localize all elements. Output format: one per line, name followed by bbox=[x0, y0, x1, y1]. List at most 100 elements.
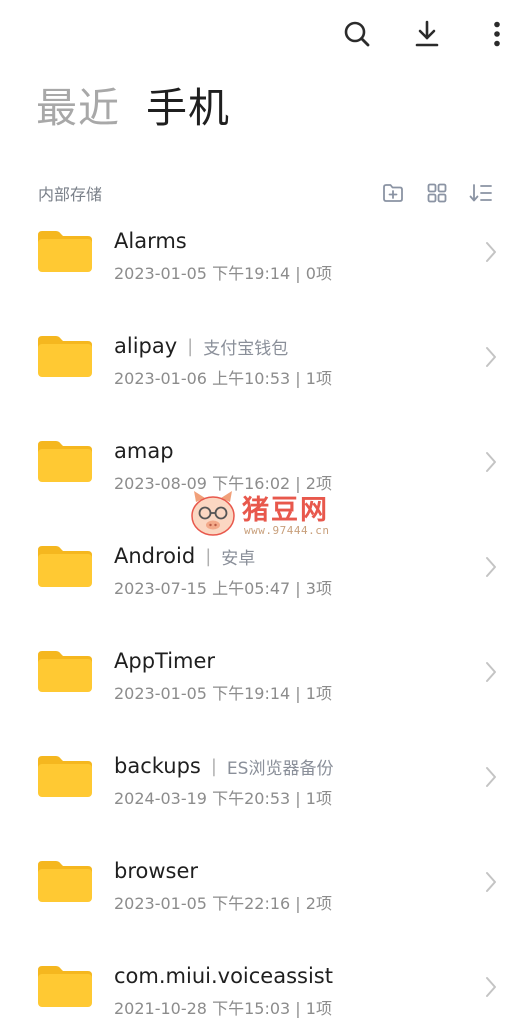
file-row-android[interactable]: Android | 安卓 2023-07-15 上午05:47 | 3项 bbox=[0, 527, 532, 632]
chevron-right-icon bbox=[486, 242, 496, 262]
file-alias: 支付宝钱包 bbox=[203, 338, 289, 359]
file-name: amap bbox=[114, 439, 174, 463]
meta-separator: | bbox=[290, 684, 306, 703]
file-row-backups[interactable]: backups | ES浏览器备份 2024-03-19 下午20:53 | 1项 bbox=[0, 737, 532, 842]
folder-icon bbox=[38, 231, 92, 272]
folder-icon bbox=[38, 966, 92, 1007]
file-name: AppTimer bbox=[114, 649, 216, 673]
file-row-browser[interactable]: browser 2023-01-05 下午22:16 | 2项 bbox=[0, 842, 532, 947]
grid-view-button[interactable] bbox=[424, 180, 450, 206]
chevron-right-icon bbox=[486, 452, 496, 472]
file-date: 2023-01-06 bbox=[114, 369, 207, 388]
file-row-alipay[interactable]: alipay | 支付宝钱包 2023-01-06 上午10:53 | 1项 bbox=[0, 317, 532, 422]
file-time: 上午10:53 bbox=[212, 369, 291, 388]
more-vertical-icon bbox=[494, 21, 500, 47]
file-date: 2023-01-05 bbox=[114, 264, 207, 283]
file-meta: 2021-10-28 下午15:03 | 1项 bbox=[114, 995, 472, 1019]
file-item-count: 2项 bbox=[305, 474, 332, 493]
file-row-text: browser 2023-01-05 下午22:16 | 2项 bbox=[114, 856, 472, 914]
file-name: backups bbox=[114, 754, 201, 778]
more-options-button[interactable] bbox=[480, 14, 514, 54]
folder-icon bbox=[38, 546, 92, 587]
file-time: 下午19:14 bbox=[212, 684, 291, 703]
file-meta: 2023-07-15 上午05:47 | 3项 bbox=[114, 575, 472, 599]
grid-view-icon bbox=[427, 183, 447, 203]
file-meta: 2023-01-05 下午19:14 | 0项 bbox=[114, 260, 472, 284]
file-item-count: 1项 bbox=[305, 684, 332, 703]
file-name: com.miui.voiceassist bbox=[114, 964, 333, 988]
file-row-amap[interactable]: amap 2023-08-09 下午16:02 | 2项 bbox=[0, 422, 532, 527]
file-time: 下午22:16 bbox=[212, 894, 291, 913]
file-row-apptimer[interactable]: AppTimer 2023-01-05 下午19:14 | 1项 bbox=[0, 632, 532, 737]
file-alias: ES浏览器备份 bbox=[226, 758, 334, 779]
file-meta: 2024-03-19 下午20:53 | 1项 bbox=[114, 785, 472, 809]
chevron-right-icon bbox=[486, 347, 496, 367]
file-time: 下午20:53 bbox=[212, 789, 291, 808]
meta-separator: | bbox=[290, 789, 306, 808]
section-title: 内部存储 bbox=[38, 185, 103, 204]
file-date: 2023-01-05 bbox=[114, 684, 207, 703]
file-time: 上午05:47 bbox=[212, 579, 291, 598]
folder-icon bbox=[38, 651, 92, 692]
search-icon bbox=[344, 21, 370, 47]
section-tools bbox=[380, 180, 494, 206]
file-meta: 2023-01-05 下午19:14 | 1项 bbox=[114, 680, 472, 704]
file-row-text: Alarms 2023-01-05 下午19:14 | 0项 bbox=[114, 226, 472, 284]
chevron-right-icon bbox=[486, 977, 496, 997]
folder-icon bbox=[38, 441, 92, 482]
search-button[interactable] bbox=[340, 14, 374, 54]
file-row-text: alipay | 支付宝钱包 2023-01-06 上午10:53 | 1项 bbox=[114, 331, 472, 389]
tab-recent[interactable]: 最近 bbox=[36, 82, 120, 134]
meta-separator: | bbox=[290, 579, 306, 598]
top-action-bar bbox=[340, 14, 514, 54]
file-date: 2021-10-28 bbox=[114, 999, 207, 1018]
file-row-text: com.miui.voiceassist 2021-10-28 下午15:03 |… bbox=[114, 961, 472, 1019]
file-date: 2023-01-05 bbox=[114, 894, 207, 913]
file-time: 下午19:14 bbox=[212, 264, 291, 283]
file-name-line: Android | 安卓 bbox=[114, 541, 472, 571]
file-date: 2023-07-15 bbox=[114, 579, 207, 598]
tab-phone[interactable]: 手机 bbox=[146, 82, 230, 134]
file-row-alarms[interactable]: Alarms 2023-01-05 下午19:14 | 0项 bbox=[0, 212, 532, 317]
file-meta: 2023-01-06 上午10:53 | 1项 bbox=[114, 365, 472, 389]
file-name: Android bbox=[114, 544, 196, 568]
file-item-count: 1项 bbox=[305, 369, 332, 388]
sort-icon bbox=[469, 184, 492, 202]
file-time: 下午16:02 bbox=[212, 474, 291, 493]
file-date: 2024-03-19 bbox=[114, 789, 207, 808]
file-name-line: com.miui.voiceassist bbox=[114, 961, 472, 991]
meta-separator: | bbox=[290, 264, 306, 283]
file-row-text: backups | ES浏览器备份 2024-03-19 下午20:53 | 1项 bbox=[114, 751, 472, 809]
file-meta: 2023-08-09 下午16:02 | 2项 bbox=[114, 470, 472, 494]
meta-separator: | bbox=[290, 474, 306, 493]
chevron-right-icon bbox=[486, 557, 496, 577]
file-item-count: 3项 bbox=[305, 579, 332, 598]
file-row-com-miui-voiceassist[interactable]: com.miui.voiceassist 2021-10-28 下午15:03 |… bbox=[0, 947, 532, 1024]
file-name: Alarms bbox=[114, 229, 187, 253]
sort-button[interactable] bbox=[468, 180, 494, 206]
file-name: alipay bbox=[114, 334, 178, 358]
file-name: browser bbox=[114, 859, 199, 883]
new-folder-button[interactable] bbox=[380, 180, 406, 206]
folder-icon bbox=[38, 861, 92, 902]
file-list: Alarms 2023-01-05 下午19:14 | 0项 alipay | 支付宝钱… bbox=[0, 212, 532, 1024]
download-icon bbox=[415, 20, 439, 47]
name-separator: | bbox=[210, 755, 217, 777]
file-date: 2023-08-09 bbox=[114, 474, 207, 493]
file-meta: 2023-01-05 下午22:16 | 2项 bbox=[114, 890, 472, 914]
name-separator: | bbox=[187, 335, 194, 357]
download-button[interactable] bbox=[410, 14, 444, 54]
chevron-right-icon bbox=[486, 767, 496, 787]
new-folder-icon bbox=[383, 184, 403, 202]
file-item-count: 1项 bbox=[305, 789, 332, 808]
file-row-text: AppTimer 2023-01-05 下午19:14 | 1项 bbox=[114, 646, 472, 704]
file-alias: 安卓 bbox=[221, 548, 256, 569]
view-tabs: 最近 手机 bbox=[36, 82, 230, 134]
file-name-line: backups | ES浏览器备份 bbox=[114, 751, 472, 781]
file-item-count: 1项 bbox=[305, 999, 332, 1018]
file-row-text: amap 2023-08-09 下午16:02 | 2项 bbox=[114, 436, 472, 494]
folder-icon bbox=[38, 756, 92, 797]
meta-separator: | bbox=[290, 999, 306, 1018]
folder-icon bbox=[38, 336, 92, 377]
file-manager-screen: 最近 手机 内部存储 Alarms 2023-01-05 下午19:14 | 0… bbox=[0, 0, 532, 1024]
